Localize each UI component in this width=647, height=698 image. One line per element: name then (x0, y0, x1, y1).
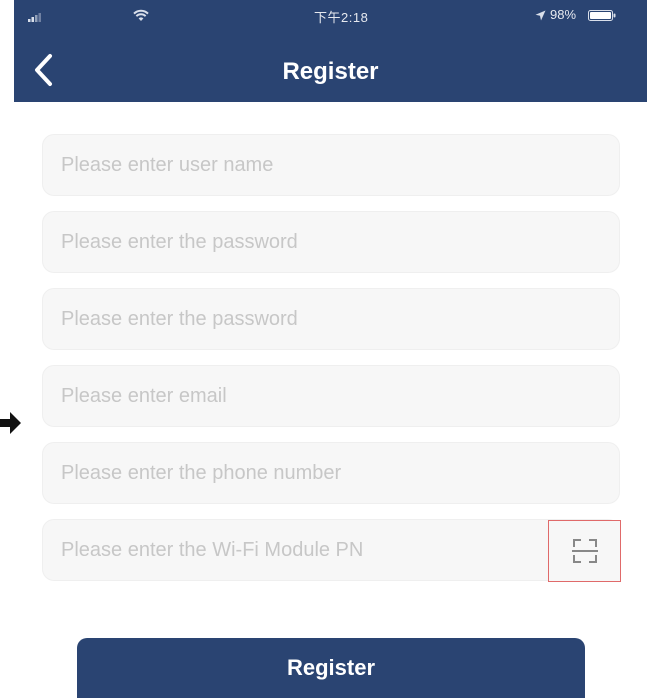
battery-icon (588, 10, 616, 21)
battery-percentage: 98% (550, 7, 577, 22)
password-field[interactable] (42, 211, 620, 273)
page-title: Register (282, 58, 379, 85)
wifi-module-pn-input[interactable] (43, 520, 543, 580)
scan-qr-icon (571, 539, 598, 563)
status-time: 下午2:18 (314, 10, 369, 25)
signal-icon (28, 13, 41, 22)
confirm-password-input[interactable] (43, 289, 619, 349)
location-arrow-icon (535, 10, 546, 21)
email-input[interactable] (43, 366, 619, 426)
register-button[interactable]: Register (77, 638, 585, 698)
arrow-right-icon (0, 412, 21, 434)
wifi-icon (133, 9, 149, 21)
app-header: 下午2:18 98% Register (14, 0, 647, 102)
password-input[interactable] (43, 212, 619, 272)
scan-button[interactable] (548, 520, 621, 582)
wifi-module-pn-field[interactable] (42, 519, 621, 582)
username-field[interactable] (42, 134, 620, 196)
status-bar: 下午2:18 98% (14, 0, 647, 36)
phone-field[interactable] (42, 442, 620, 504)
phone-input[interactable] (43, 443, 619, 503)
username-input[interactable] (43, 135, 619, 195)
email-field[interactable] (42, 365, 620, 427)
confirm-password-field[interactable] (42, 288, 620, 350)
register-screen: 下午2:18 98% Register Please enter user na… (0, 0, 647, 698)
